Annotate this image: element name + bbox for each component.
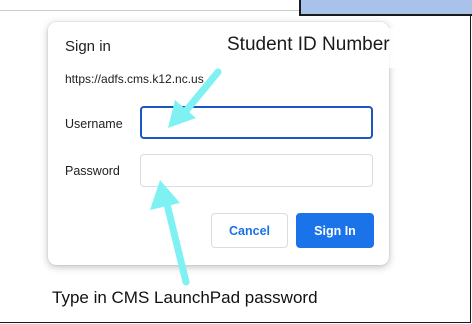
password-input[interactable] — [140, 154, 373, 187]
sign-in-button[interactable]: Sign In — [296, 213, 374, 248]
cancel-button[interactable]: Cancel — [211, 213, 288, 248]
highlight-block — [299, 0, 472, 16]
dialog-url: https://adfs.cms.k12.nc.us — [65, 72, 204, 86]
student-id-annotation: Student ID Number — [187, 28, 417, 68]
password-label: Password — [65, 164, 120, 178]
username-label: Username — [65, 117, 123, 131]
password-annotation: Type in CMS LaunchPad password — [52, 288, 318, 307]
username-input[interactable] — [140, 106, 373, 139]
dialog-title: Sign in — [65, 38, 111, 55]
